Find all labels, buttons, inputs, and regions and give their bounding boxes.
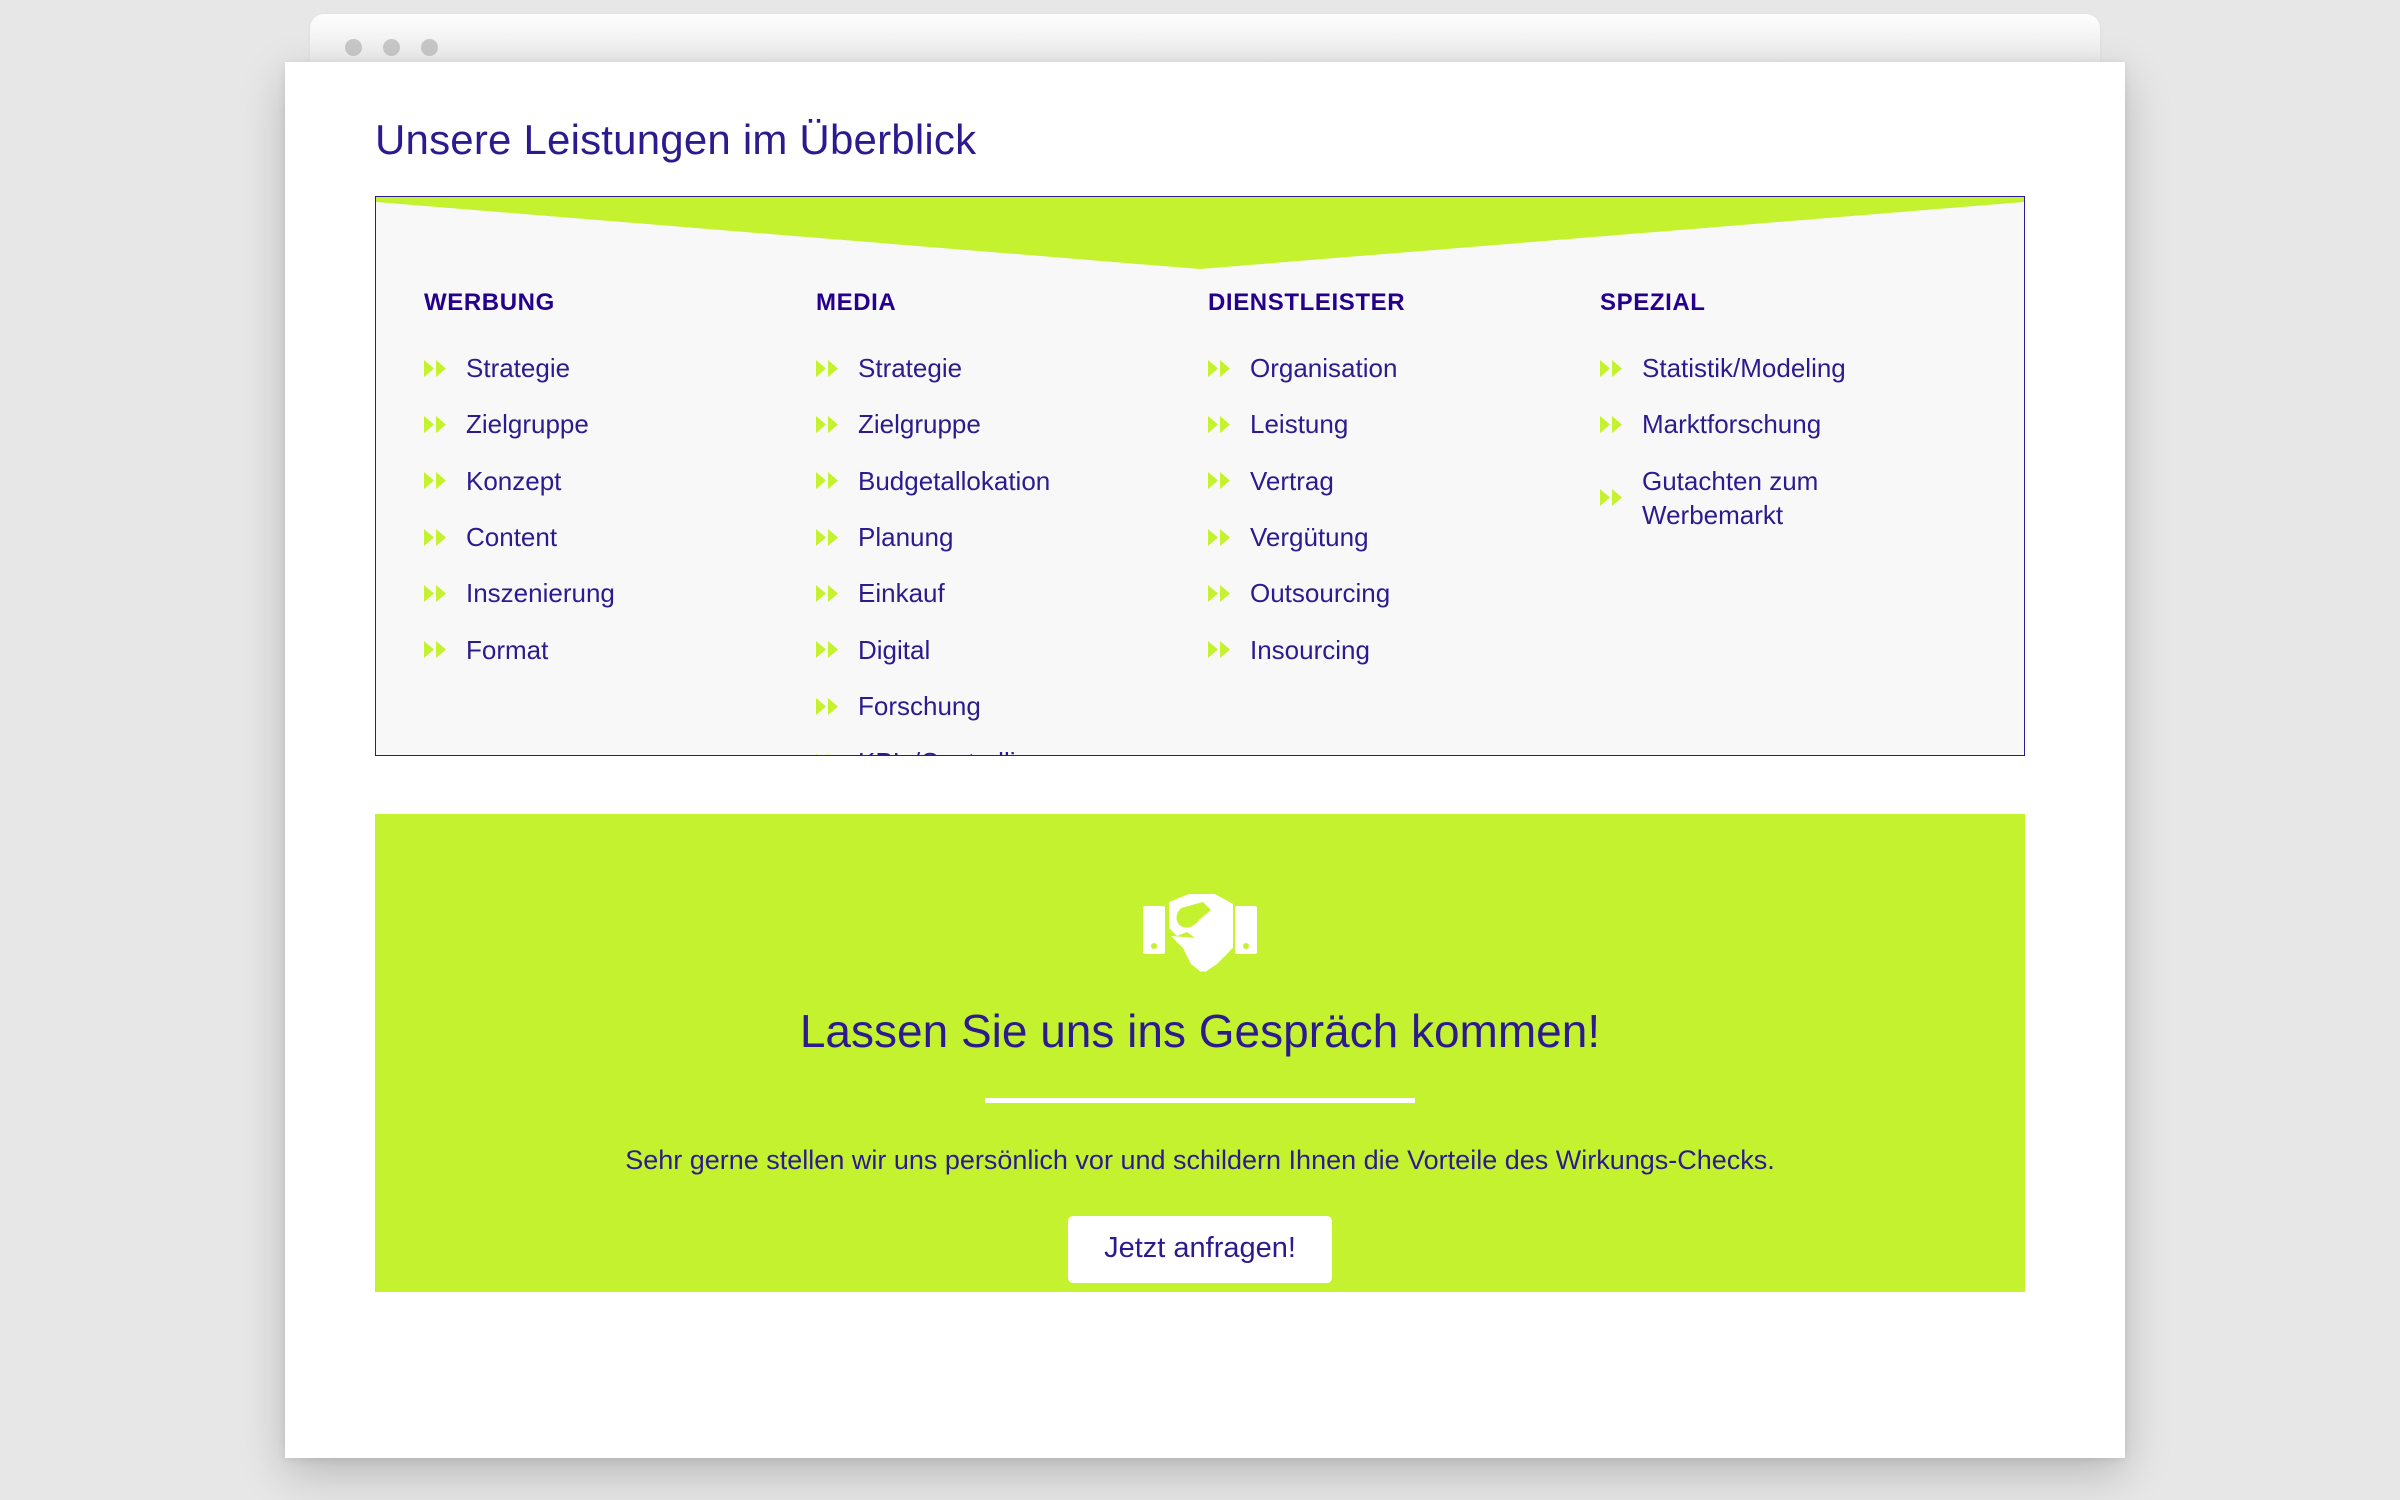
- column-title: SPEZIAL: [1600, 289, 1706, 316]
- double-chevron-right-icon: [1600, 415, 1622, 433]
- list-item[interactable]: Gutachten zum Werbemarkt: [1600, 464, 1992, 533]
- list-item-label: Strategie: [466, 353, 571, 383]
- handshake-icon: [1143, 894, 1257, 972]
- page-title: Unsere Leistungen im Überblick: [375, 116, 977, 163]
- list-item[interactable]: Vergütung: [1208, 520, 1600, 554]
- services-column-spezial: SPEZIAL Statistik/Modeling Marktforschun…: [1600, 289, 1992, 755]
- list-item[interactable]: KPIs/Controlling: [816, 745, 1208, 755]
- column-title: WERBUNG: [424, 289, 555, 316]
- double-chevron-right-icon: [816, 584, 838, 602]
- list-item-label: Zielgruppe: [858, 409, 981, 440]
- list-item-label: Statistik/Modeling: [1642, 353, 1846, 383]
- list-item-label: Konzept: [466, 465, 562, 496]
- request-contact-button[interactable]: Jetzt anfragen!: [1068, 1216, 1332, 1283]
- double-chevron-right-icon: [816, 697, 838, 715]
- double-chevron-right-icon: [816, 528, 838, 546]
- page-content: Unsere Leistungen im Überblick WERBUNG S…: [285, 62, 2125, 1458]
- services-column-media: MEDIA Strategie Zielgruppe Budgetallokat…: [816, 289, 1208, 755]
- list-item[interactable]: Zielgruppe: [816, 407, 1208, 441]
- list-item[interactable]: Strategie: [424, 351, 816, 385]
- double-chevron-right-icon: [1208, 584, 1230, 602]
- list-item[interactable]: Planung: [816, 520, 1208, 554]
- double-chevron-right-icon: [816, 359, 838, 377]
- list-item-label: KPIs/Controlling: [858, 745, 1044, 755]
- double-chevron-right-icon: [1600, 489, 1622, 507]
- list-item[interactable]: Content: [424, 520, 816, 554]
- list-item[interactable]: Leistung: [1208, 407, 1600, 441]
- list-item[interactable]: Einkauf: [816, 576, 1208, 610]
- double-chevron-right-icon: [1208, 359, 1230, 377]
- list-item[interactable]: Outsourcing: [1208, 576, 1600, 610]
- services-list: Strategie Zielgruppe Budgetallokation Pl…: [816, 351, 1208, 755]
- window-maximize-dot-icon[interactable]: [421, 39, 438, 56]
- list-item[interactable]: Marktforschung: [1600, 407, 1992, 441]
- double-chevron-right-icon: [1208, 528, 1230, 546]
- list-item[interactable]: Zielgruppe: [424, 407, 816, 441]
- list-item-label: Inszenierung: [466, 578, 615, 609]
- list-item[interactable]: Strategie: [816, 351, 1208, 385]
- services-list: Organisation Leistung Vertrag Vergütung …: [1208, 351, 1600, 667]
- list-item-label: Marktforschung: [1642, 409, 1822, 440]
- list-item[interactable]: Statistik/Modeling: [1600, 351, 1992, 385]
- list-item[interactable]: Organisation: [1208, 351, 1600, 385]
- double-chevron-right-icon: [1208, 472, 1230, 490]
- double-chevron-right-icon: [424, 584, 446, 602]
- window-minimize-dot-icon[interactable]: [383, 39, 400, 56]
- double-chevron-right-icon: [1208, 415, 1230, 433]
- double-chevron-right-icon: [1600, 359, 1622, 377]
- services-column-dienstleister: DIENSTLEISTER Organisation Leistung Vert…: [1208, 289, 1600, 755]
- list-item-label: Einkauf: [858, 578, 945, 609]
- cta-banner: Lassen Sie uns ins Gespräch kommen! Sehr…: [375, 814, 2025, 1292]
- services-columns: WERBUNG Strategie Zielgruppe Konzept Con…: [376, 197, 2024, 755]
- list-item-label: Vergütung: [1250, 521, 1369, 552]
- double-chevron-right-icon: [816, 472, 838, 490]
- window-close-dot-icon[interactable]: [345, 39, 362, 56]
- browser-window: Unsere Leistungen im Überblick WERBUNG S…: [285, 14, 2125, 1458]
- list-item-label: Strategie: [858, 353, 963, 383]
- column-title: DIENSTLEISTER: [1208, 289, 1406, 316]
- list-item-label: Content: [466, 521, 558, 552]
- list-item[interactable]: Inszenierung: [424, 576, 816, 610]
- list-item[interactable]: Vertrag: [1208, 464, 1600, 498]
- services-column-werbung: WERBUNG Strategie Zielgruppe Konzept Con…: [424, 289, 816, 755]
- list-item[interactable]: Forschung: [816, 689, 1208, 723]
- list-item-label: Organisation: [1250, 353, 1398, 383]
- list-item[interactable]: Digital: [816, 633, 1208, 667]
- double-chevron-right-icon: [816, 641, 838, 659]
- cta-divider: [985, 1098, 1415, 1103]
- list-item[interactable]: Insourcing: [1208, 633, 1600, 667]
- list-item-label: Vertrag: [1250, 465, 1334, 496]
- double-chevron-right-icon: [424, 641, 446, 659]
- list-item-label: Budgetallokation: [858, 465, 1051, 496]
- list-item-label: Format: [466, 634, 549, 665]
- column-title: MEDIA: [816, 289, 897, 316]
- list-item-label: Planung: [858, 521, 954, 552]
- list-item-label: Leistung: [1250, 409, 1349, 440]
- double-chevron-right-icon: [816, 753, 830, 755]
- services-list: Statistik/Modeling Marktforschung Gutach…: [1600, 351, 1992, 532]
- window-controls: [345, 39, 438, 56]
- double-chevron-right-icon: [424, 415, 446, 433]
- double-chevron-right-icon: [1208, 641, 1230, 659]
- list-item[interactable]: Konzept: [424, 464, 816, 498]
- list-item-label: Gutachten zum Werbemarkt: [1642, 465, 1819, 530]
- cta-heading: Lassen Sie uns ins Gespräch kommen!: [799, 1005, 1601, 1057]
- double-chevron-right-icon: [424, 359, 446, 377]
- list-item[interactable]: Budgetallokation: [816, 464, 1208, 498]
- double-chevron-right-icon: [424, 528, 446, 546]
- list-item-label: Zielgruppe: [466, 409, 589, 440]
- list-item-label: Insourcing: [1250, 634, 1370, 665]
- list-item-label: Digital: [858, 634, 931, 665]
- list-item-label: Forschung: [858, 690, 981, 721]
- services-overview-card: WERBUNG Strategie Zielgruppe Konzept Con…: [375, 196, 2025, 756]
- list-item[interactable]: Format: [424, 633, 816, 667]
- double-chevron-right-icon: [424, 472, 446, 490]
- list-item-label: Outsourcing: [1250, 578, 1391, 609]
- services-list: Strategie Zielgruppe Konzept Content Ins…: [424, 351, 816, 667]
- double-chevron-right-icon: [816, 415, 838, 433]
- cta-description: Sehr gerne stellen wir uns persönlich vo…: [625, 1145, 1775, 1175]
